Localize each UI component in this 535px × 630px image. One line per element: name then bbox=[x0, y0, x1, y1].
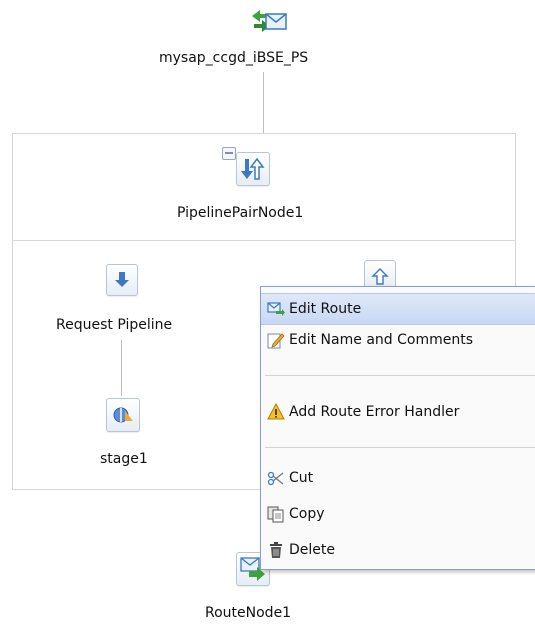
menu-separator bbox=[265, 447, 535, 448]
pipeline-pair-node[interactable] bbox=[236, 152, 270, 186]
connector-line bbox=[121, 340, 122, 396]
menu-separator bbox=[265, 375, 535, 376]
route-node-label: RouteNode1 bbox=[205, 605, 292, 621]
menu-item-edit-route[interactable]: Edit Route bbox=[261, 293, 535, 325]
warning-icon bbox=[267, 402, 285, 421]
request-pipeline-label: Request Pipeline bbox=[56, 317, 173, 333]
menu-item-label: Delete bbox=[289, 542, 335, 558]
menu-item-delete[interactable]: Delete bbox=[261, 535, 535, 565]
stage-node[interactable] bbox=[106, 398, 140, 432]
menu-item-copy[interactable]: Copy bbox=[261, 499, 535, 529]
request-pipeline-node[interactable] bbox=[106, 264, 138, 296]
stage-icon bbox=[113, 407, 133, 423]
scissors-icon bbox=[267, 469, 285, 487]
menu-item-add-route-error-handler[interactable]: Add Route Error Handler bbox=[261, 397, 535, 427]
minus-icon bbox=[225, 152, 233, 154]
proxy-service-label: mysap_ccgd_iBSE_PS bbox=[159, 50, 309, 66]
pipeline-pair-panel bbox=[12, 133, 516, 241]
copy-icon bbox=[267, 505, 285, 523]
pipeline-pair-label: PipelinePairNode1 bbox=[177, 205, 304, 221]
edit-pencil-icon bbox=[267, 331, 285, 349]
proxy-service-icon bbox=[252, 10, 287, 32]
arrow-down-icon bbox=[115, 272, 129, 287]
menu-item-cut[interactable]: Cut bbox=[261, 463, 535, 493]
edit-route-icon bbox=[267, 300, 285, 318]
trash-icon bbox=[267, 541, 285, 559]
menu-item-label: Copy bbox=[289, 506, 325, 522]
connector-line bbox=[263, 72, 264, 134]
proxy-service-node[interactable] bbox=[225, 6, 315, 46]
menu-item-label: Add Route Error Handler bbox=[289, 404, 460, 420]
menu-item-label: Edit Route bbox=[289, 301, 362, 317]
menu-item-edit-name-comments[interactable]: Edit Name and Comments bbox=[261, 325, 535, 355]
menu-item-label: Cut bbox=[289, 470, 314, 486]
stage-label: stage1 bbox=[100, 451, 148, 467]
context-menu: Edit Route Edit Name and Comments Add Ro… bbox=[260, 286, 535, 570]
collapse-toggle[interactable] bbox=[222, 147, 236, 160]
pipeline-pair-icon bbox=[241, 157, 265, 180]
menu-item-label: Edit Name and Comments bbox=[289, 332, 473, 348]
